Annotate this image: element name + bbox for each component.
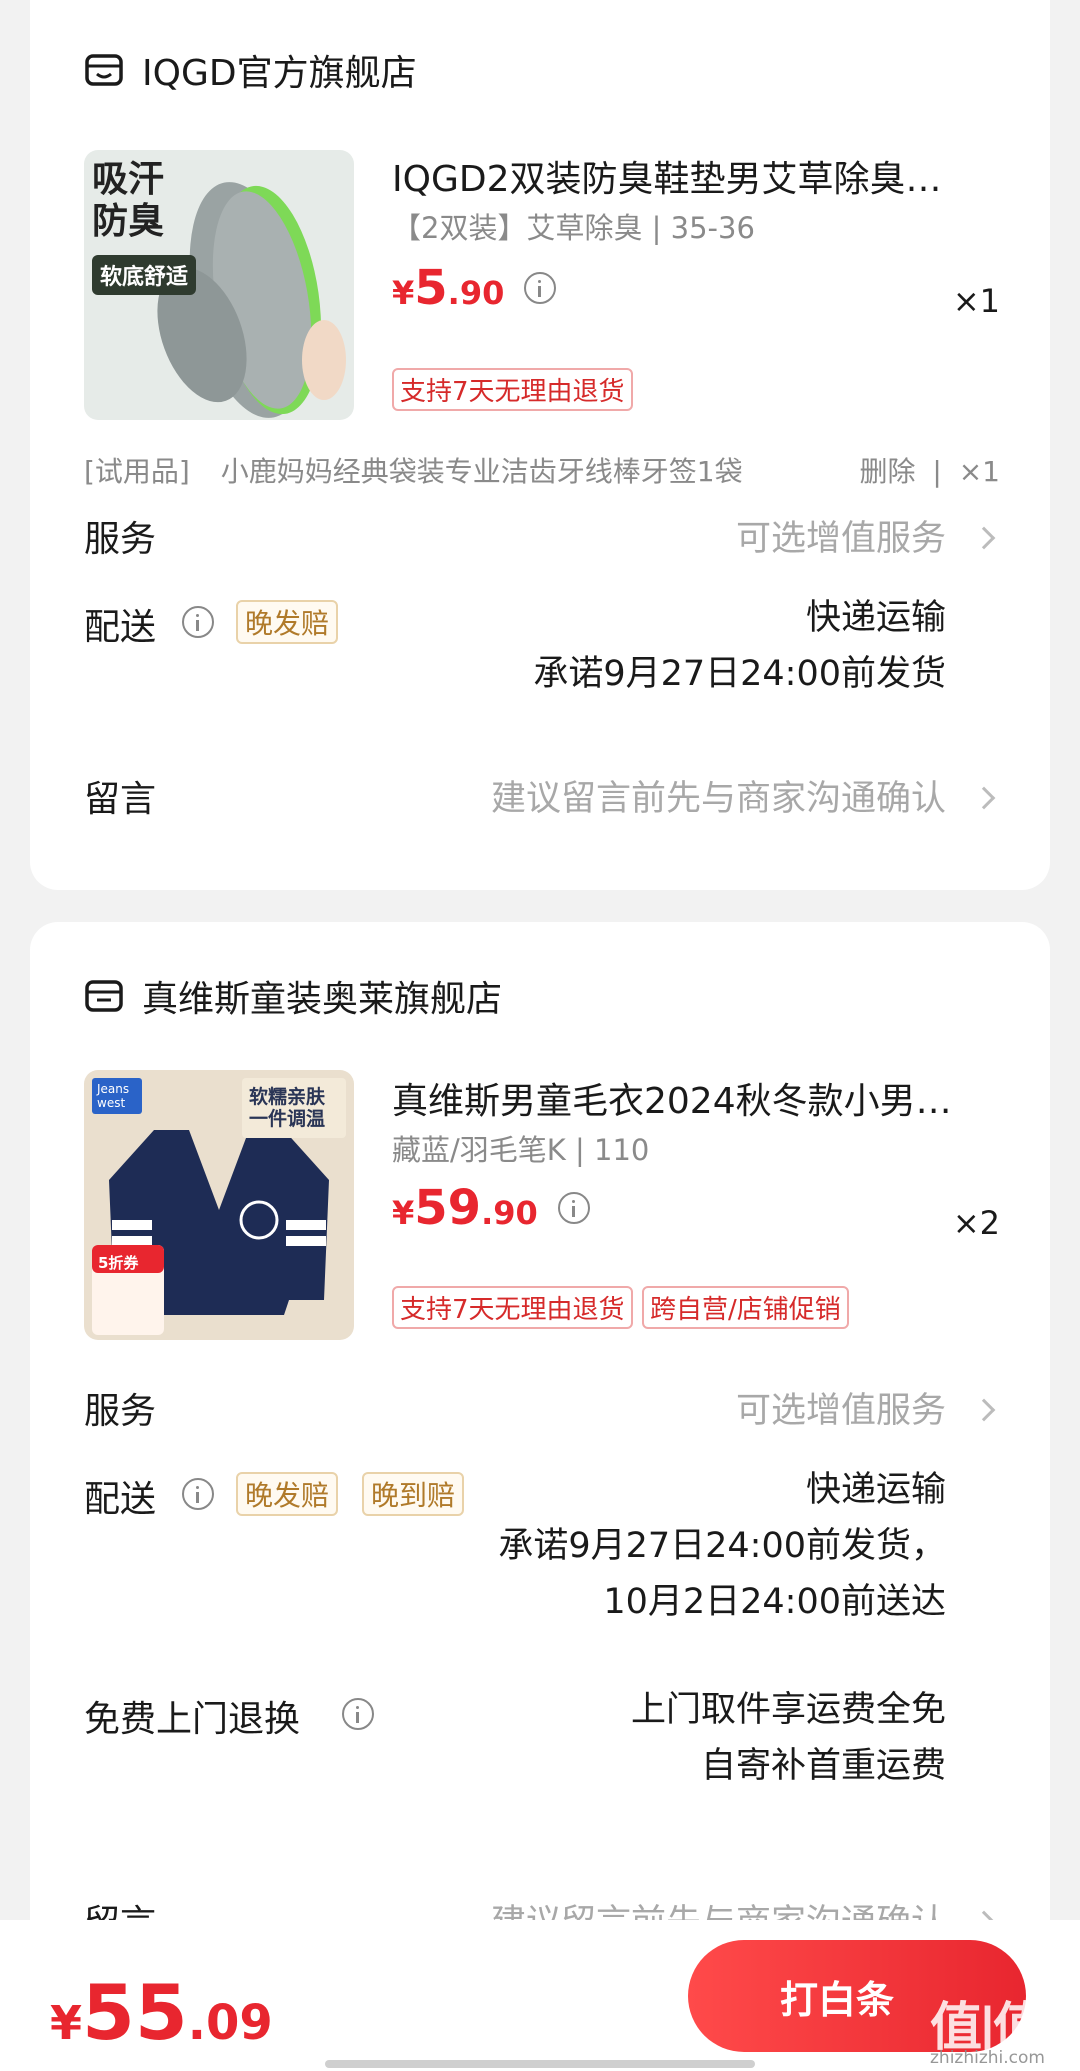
trial-delete-button[interactable]: 删除 — [859, 455, 915, 488]
price-integer: 59 — [414, 1180, 482, 1236]
delivery-ship-promise: 承诺9月27日24:00前发货， — [498, 1526, 946, 1566]
trial-separator: | — [932, 455, 942, 488]
total-currency: ¥ — [50, 1996, 83, 2050]
store-card-jeanswest: 真维斯童装奥莱旗舰店 Jeans west 软糯亲肤 一件调温 5折券 真维斯男… — [30, 922, 1050, 2071]
delivery-info: 快递运输 承诺9月27日24:00前发货 — [533, 590, 946, 702]
image-text-1: 吸汗 — [92, 158, 165, 200]
delivery-info-icon[interactable] — [182, 1478, 214, 1510]
price-integer: 5 — [414, 260, 448, 316]
chevron-right-icon[interactable] — [972, 526, 996, 550]
product-quantity[interactable]: ×2 — [953, 1204, 1000, 1242]
return-policy-tag: 支持7天无理由退货 — [392, 1286, 633, 1329]
store-icon — [85, 54, 123, 86]
service-label: 服务 — [84, 1391, 157, 1432]
delivery-info: 快递运输 承诺9月27日24:00前发货， 10月2日24:00前送达 — [498, 1462, 946, 1630]
service-label: 服务 — [84, 519, 157, 560]
promotion-tag: 跨自营/店铺促销 — [642, 1286, 849, 1329]
delivery-arrive-promise: 10月2日24:00前送达 — [603, 1582, 946, 1622]
image-text-1: 软糯亲肤 — [249, 1086, 326, 1108]
total-decimal: .09 — [187, 1995, 273, 2051]
delivery-method: 快递运输 — [805, 598, 946, 638]
product-price: ¥ 5 .90 — [392, 260, 557, 316]
store-name: 真维斯童装奥莱旗舰店 — [142, 979, 503, 1020]
product-image[interactable]: Jeans west 软糯亲肤 一件调温 5折券 — [84, 1070, 354, 1340]
free-return-label: 免费上门退换 — [84, 1699, 301, 1740]
trial-label: [试用品] — [84, 455, 190, 488]
product-title[interactable]: IQGD2双装防臭鞋垫男艾草除臭… — [392, 150, 992, 202]
chevron-right-icon[interactable] — [972, 1398, 996, 1422]
product-price: ¥ 59 .90 — [392, 1180, 590, 1236]
trial-item: [试用品] 小鹿妈妈经典袋装专业洁齿牙线棒牙签1袋 — [84, 450, 743, 490]
image-text-2: 防臭 — [92, 200, 165, 242]
delivery-method: 快递运输 — [805, 1470, 946, 1510]
return-info-icon[interactable] — [342, 1698, 374, 1730]
total-integer: 55 — [82, 1968, 188, 2057]
late-ship-badge[interactable]: 晚发赔 — [236, 1472, 339, 1516]
info-icon[interactable] — [557, 1192, 590, 1224]
trial-actions: 删除 | ×1 — [859, 450, 1000, 490]
service-selector[interactable]: 可选增值服务 — [736, 1382, 946, 1433]
store-name: IQGD官方旗舰店 — [142, 53, 417, 94]
return-info: 上门取件享运费全免 自寄补首重运费 — [631, 1682, 946, 1794]
total-price: ¥ 55 .09 — [50, 1968, 273, 2057]
image-text-2: 一件调温 — [249, 1108, 326, 1130]
image-badge: 软底舒适 — [92, 255, 197, 295]
product-quantity[interactable]: ×1 — [953, 282, 1000, 320]
checkout-bar: ¥ 55 .09 打白条 — [0, 1920, 1080, 2071]
delivery-label: 配送 — [84, 1479, 157, 1520]
chevron-right-icon[interactable] — [972, 786, 996, 810]
delivery-promise: 承诺9月27日24:00前发货 — [533, 654, 946, 694]
image-coupon: 5折券 — [98, 1254, 139, 1272]
trial-name: 小鹿妈妈经典袋装专业洁齿牙线棒牙签1袋 — [220, 455, 743, 488]
return-policy-tag: 支持7天无理由退货 — [392, 368, 633, 411]
return-pickup-text: 上门取件享运费全免 — [630, 1690, 946, 1730]
price-currency: ¥ — [392, 274, 415, 312]
watermark-url: zhizhizhi.com — [930, 2048, 1045, 2068]
message-label: 留言 — [84, 779, 157, 820]
product-spec[interactable]: 藏蓝/羽毛笔K | 110 — [392, 1127, 649, 1169]
product-title[interactable]: 真维斯男童毛衣2024秋冬款小男… — [392, 1072, 992, 1124]
price-currency: ¥ — [392, 1194, 415, 1232]
price-decimal: .90 — [481, 1194, 538, 1232]
store-card-iqgd: IQGD官方旗舰店 吸汗 防臭 软底舒适 IQGD2双装防臭鞋垫男艾草除臭… 【… — [30, 0, 1050, 890]
home-indicator[interactable] — [325, 2060, 755, 2068]
brand-logo: Jeans west — [92, 1078, 142, 1114]
late-ship-badge[interactable]: 晚发赔 — [236, 600, 339, 644]
delivery-info-icon[interactable] — [182, 606, 214, 638]
delivery-label: 配送 — [84, 607, 157, 648]
price-decimal: .90 — [447, 274, 505, 312]
return-self-ship-text: 自寄补首重运费 — [700, 1746, 946, 1786]
late-arrival-badge[interactable]: 晚到赔 — [362, 1472, 465, 1516]
message-input[interactable]: 建议留言前先与商家沟通确认 — [491, 770, 946, 821]
trial-quantity: ×1 — [958, 455, 1000, 488]
store-header[interactable]: IQGD官方旗舰店 — [84, 44, 417, 96]
store-header[interactable]: 真维斯童装奥莱旗舰店 — [84, 970, 502, 1022]
store-icon — [85, 980, 123, 1012]
service-selector[interactable]: 可选增值服务 — [736, 510, 946, 561]
info-icon[interactable] — [524, 272, 557, 304]
product-spec[interactable]: 【2双装】艾草除臭 | 35-36 — [392, 205, 755, 247]
product-image[interactable]: 吸汗 防臭 软底舒适 — [84, 150, 354, 420]
